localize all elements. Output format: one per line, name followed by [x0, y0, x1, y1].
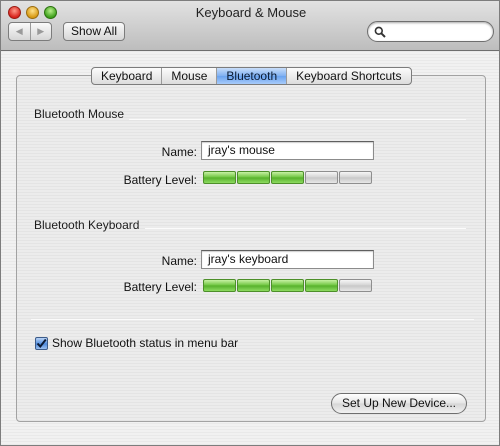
battery-segment [339, 279, 372, 292]
battery-segment [339, 171, 372, 184]
keyboard-name-label: Name: [161, 254, 197, 268]
back-button[interactable]: ◀ [9, 23, 30, 40]
show-all-button[interactable]: Show All [63, 22, 125, 41]
keyboard-section-title: Bluetooth Keyboard [34, 218, 140, 232]
preferences-window: Keyboard & Mouse ◀ ▶ Show All Keyboard M… [0, 0, 500, 446]
search-input[interactable] [388, 24, 488, 39]
panel-divider [31, 319, 474, 320]
bluetooth-status-option[interactable]: Show Bluetooth status in menu bar [35, 336, 238, 350]
battery-segment [305, 171, 338, 184]
battery-segment [271, 171, 304, 184]
battery-segment [237, 279, 270, 292]
mouse-section-title: Bluetooth Mouse [34, 107, 125, 121]
forward-arrow-icon: ▶ [37, 26, 45, 36]
bluetooth-status-checkbox[interactable] [35, 336, 48, 350]
tab-keyboard-shortcuts[interactable]: Keyboard Shortcuts [286, 68, 410, 84]
search-icon [374, 26, 386, 38]
mouse-section-divider [129, 119, 466, 120]
keyboard-battery-label: Battery Level: [123, 280, 197, 294]
keyboard-battery-indicator [203, 279, 373, 292]
back-arrow-icon: ◀ [15, 26, 23, 36]
bluetooth-status-label: Show Bluetooth status in menu bar [52, 336, 239, 350]
mouse-battery-label: Battery Level: [123, 173, 197, 187]
back-forward-control: ◀ ▶ [8, 22, 52, 41]
checkmark-icon [36, 338, 47, 348]
battery-segment [203, 171, 236, 184]
mouse-name-field[interactable]: jray's mouse [201, 141, 374, 160]
set-up-new-device-button[interactable]: Set Up New Device... [331, 393, 467, 414]
tab-bluetooth[interactable]: Bluetooth [216, 68, 287, 84]
tab-panel [16, 75, 486, 422]
forward-button[interactable]: ▶ [29, 23, 52, 40]
tab-bar: Keyboard Mouse Bluetooth Keyboard Shortc… [91, 67, 412, 85]
mouse-battery-indicator [203, 171, 373, 184]
tab-mouse[interactable]: Mouse [161, 68, 216, 84]
keyboard-section-divider [145, 228, 466, 229]
search-field[interactable] [367, 21, 494, 42]
window-title: Keyboard & Mouse [195, 5, 307, 20]
tab-keyboard[interactable]: Keyboard [92, 68, 161, 84]
battery-segment [237, 171, 270, 184]
mouse-name-label: Name: [161, 145, 197, 159]
battery-segment [271, 279, 304, 292]
battery-segment [305, 279, 338, 292]
battery-segment [203, 279, 236, 292]
toolbar: Keyboard & Mouse ◀ ▶ Show All [1, 1, 499, 51]
keyboard-name-field[interactable]: jray's keyboard [201, 250, 374, 269]
